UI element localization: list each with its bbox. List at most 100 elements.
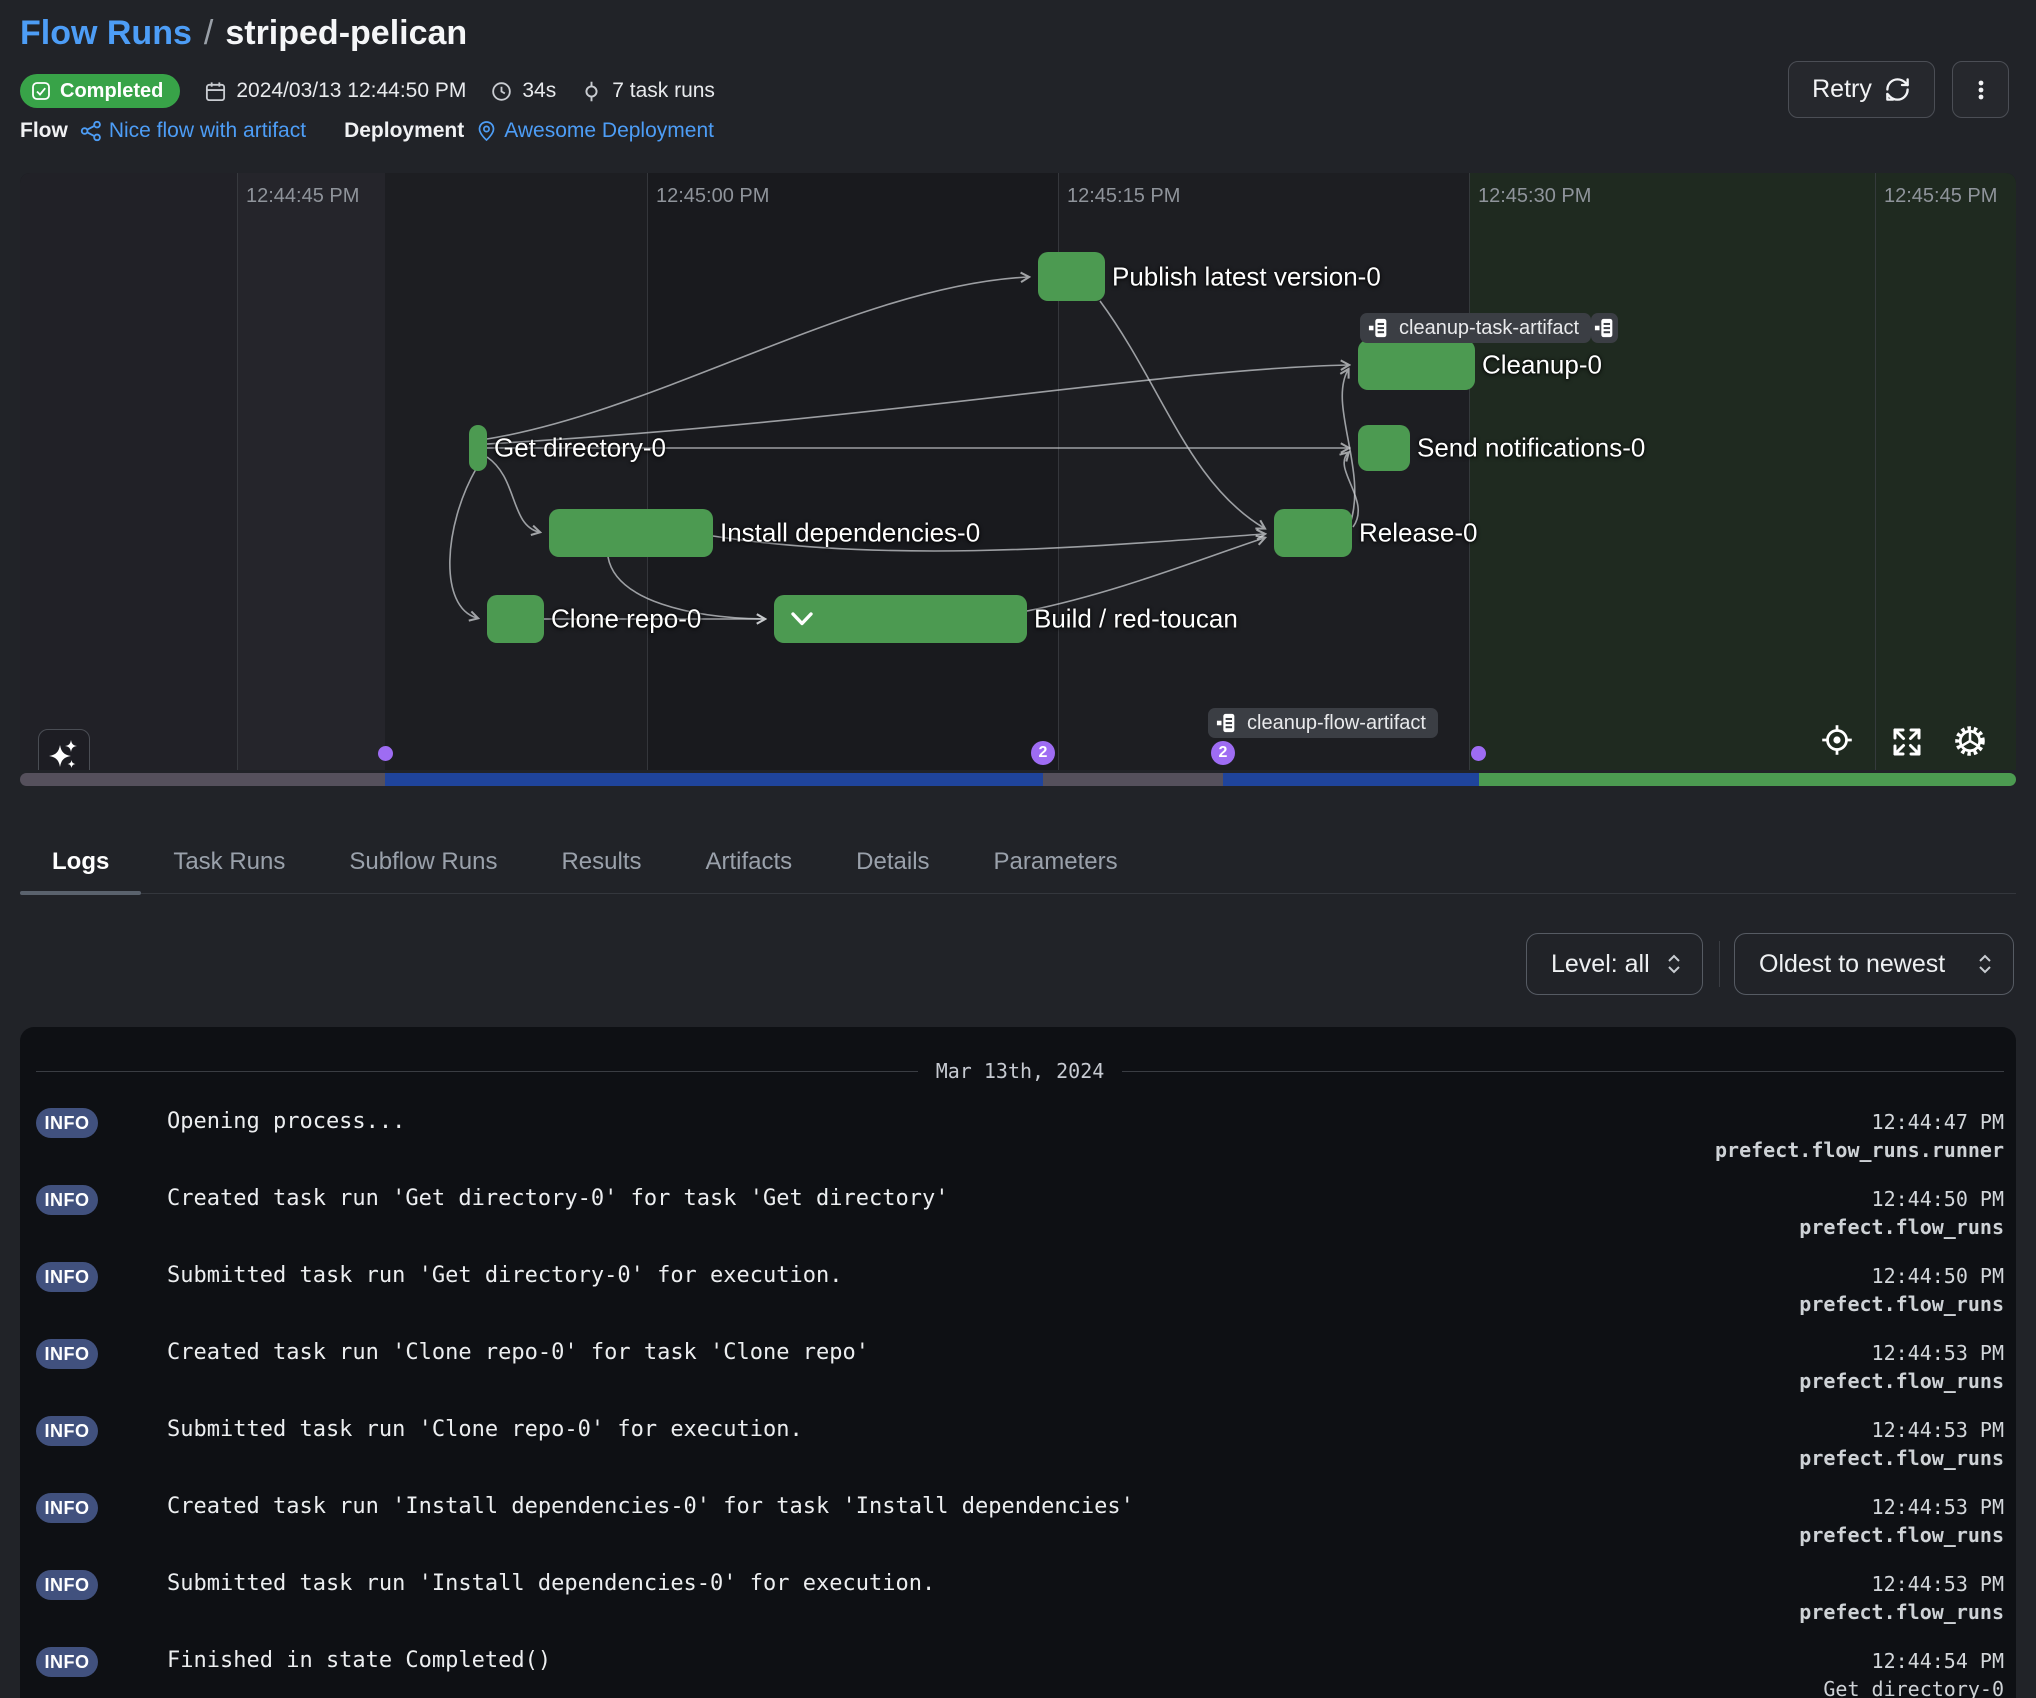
map-pin-icon xyxy=(476,120,497,142)
run-duration-text: 34s xyxy=(522,79,556,103)
artifact-icon xyxy=(1216,711,1238,735)
task-run-count: 7 task runs xyxy=(580,79,715,103)
log-level-badge: INFO xyxy=(36,1647,98,1677)
scrubber-segment xyxy=(1223,773,1479,786)
task-node-publish[interactable] xyxy=(1038,252,1105,301)
timeline-scrubber[interactable] xyxy=(20,773,2016,786)
log-level-badge: INFO xyxy=(36,1262,98,1292)
deployment-name: Awesome Deployment xyxy=(504,119,714,143)
status-badge: Completed xyxy=(20,74,180,108)
log-sort-select[interactable]: Oldest to newest xyxy=(1734,933,2014,995)
recenter-button[interactable] xyxy=(1815,718,1859,762)
refresh-icon xyxy=(1884,76,1911,103)
log-source: prefect.flow_runs xyxy=(1799,1214,2004,1240)
log-level-badge: INFO xyxy=(36,1570,98,1600)
log-message: Finished in state Completed() xyxy=(167,1646,1799,1676)
task-node-build[interactable] xyxy=(774,595,1027,643)
settings-gear-button[interactable] xyxy=(1948,719,1992,763)
log-row: INFO Submitted task run 'Get directory-0'… xyxy=(36,1253,2004,1330)
tab-logs[interactable]: Logs xyxy=(20,830,141,893)
log-source: prefect.flow_runs.runner xyxy=(1715,1137,2004,1163)
scrubber-segment xyxy=(20,773,385,786)
log-date-divider: Mar 13th, 2024 xyxy=(36,1057,2004,1085)
log-timestamp: 12:44:53 PM xyxy=(1872,1415,2004,1445)
task-node-label: Get directory-0 xyxy=(494,433,666,464)
scrubber-segment xyxy=(385,773,1043,786)
task-node-release[interactable] xyxy=(1274,509,1352,557)
event-marker[interactable] xyxy=(1471,746,1486,761)
chevron-up-down-icon xyxy=(1977,953,1993,975)
log-message: Created task run 'Install dependencies-0… xyxy=(167,1492,1799,1522)
artifact-badge[interactable]: cleanup-flow-artifact xyxy=(1208,708,1438,738)
event-marker[interactable]: 2 xyxy=(1211,741,1235,765)
deployment-link[interactable]: Awesome Deployment xyxy=(476,119,714,143)
task-node-send-notifications[interactable] xyxy=(1358,425,1410,471)
tab-subflow-runs[interactable]: Subflow Runs xyxy=(317,830,529,893)
task-node-cleanup[interactable] xyxy=(1358,340,1475,390)
log-meta: 12:44:50 PMprefect.flow_runs xyxy=(1799,1184,2004,1240)
task-node-label: Send notifications-0 xyxy=(1417,433,1645,464)
tab-results[interactable]: Results xyxy=(529,830,673,893)
log-source: prefect.flow_runs xyxy=(1799,1522,2004,1548)
log-row: INFOCreated task run 'Clone repo-0' for … xyxy=(36,1330,2004,1407)
log-meta: 12:44:54 PMGet directory-0prefect.task_r… xyxy=(1799,1646,2004,1698)
fullscreen-button[interactable] xyxy=(1885,720,1929,764)
log-timestamp: 12:44:50 PM xyxy=(1872,1261,2004,1291)
kebab-menu-icon xyxy=(1968,77,1994,103)
chevron-up-down-icon xyxy=(1666,953,1682,975)
log-level-badge: INFO xyxy=(36,1108,98,1138)
task-node-get-directory[interactable] xyxy=(469,425,487,471)
task-node-clone-repo[interactable] xyxy=(487,595,544,643)
log-meta: 12:44:53 PMprefect.flow_runs xyxy=(1799,1492,2004,1548)
completed-check-icon xyxy=(31,81,51,101)
timeline-graph[interactable]: 12:44:45 PM12:45:00 PM12:45:15 PM12:45:3… xyxy=(20,173,2016,770)
flow-link[interactable]: Nice flow with artifact xyxy=(80,119,306,143)
tab-parameters[interactable]: Parameters xyxy=(962,830,1150,893)
artifact-badge-label: cleanup-task-artifact xyxy=(1399,317,1579,340)
log-source: prefect.flow_runs xyxy=(1799,1599,2004,1625)
edge-get-directory-install-dependencies xyxy=(487,457,539,532)
log-source: prefect.flow_runs xyxy=(1799,1291,2004,1317)
task-dependency-edges xyxy=(20,173,2016,770)
log-timestamp: 12:44:50 PM xyxy=(1872,1184,2004,1214)
event-marker[interactable]: 2 xyxy=(1031,741,1055,765)
log-row: INFOSubmitted task run 'Install dependen… xyxy=(36,1561,2004,1638)
run-start-time: 2024/03/13 12:44:50 PM xyxy=(204,79,466,103)
artifact-badge-label: cleanup-flow-artifact xyxy=(1247,712,1426,735)
log-level-badge: INFO xyxy=(36,1493,98,1523)
tab-task-runs[interactable]: Task Runs xyxy=(141,830,317,893)
edge-build-release xyxy=(1027,538,1264,611)
retry-button[interactable]: Retry xyxy=(1788,61,1935,118)
tab-artifacts[interactable]: Artifacts xyxy=(673,830,824,893)
task-run-count-text: 7 task runs xyxy=(612,79,715,103)
log-meta: 12:44:53 PMprefect.flow_runs xyxy=(1799,1569,2004,1625)
edge-release-cleanup xyxy=(1342,370,1355,524)
tab-details[interactable]: Details xyxy=(824,830,961,893)
log-message: Submitted task run 'Get directory-0' for… xyxy=(167,1261,1799,1291)
sparkles-button[interactable] xyxy=(38,729,90,770)
task-runs-icon xyxy=(580,80,603,103)
task-node-label: Build / red-toucan xyxy=(1034,604,1238,635)
task-node-label: Publish latest version-0 xyxy=(1112,261,1381,292)
log-timestamp: 12:44:54 PM xyxy=(1872,1646,2004,1676)
log-timestamp: 12:44:47 PM xyxy=(1872,1107,2004,1137)
log-level-badge: INFO xyxy=(36,1416,98,1446)
breadcrumb-flow-runs-link[interactable]: Flow Runs xyxy=(20,14,192,53)
log-level-select-value: Level: all xyxy=(1551,950,1650,979)
scrubber-segment xyxy=(1043,773,1223,786)
artifact-badge[interactable]: cleanup-task-artifact xyxy=(1360,313,1591,343)
event-marker[interactable] xyxy=(378,746,393,761)
task-node-install-dependencies[interactable] xyxy=(549,509,713,557)
log-level-select[interactable]: Level: all xyxy=(1526,933,1703,995)
log-row: INFOCreated task run 'Get directory-0' f… xyxy=(36,1176,2004,1253)
run-datetime-text: 2024/03/13 12:44:50 PM xyxy=(236,79,466,103)
artifact-icon xyxy=(1368,316,1390,340)
log-meta: 12:44:50 PMprefect.flow_runs xyxy=(1799,1261,2004,1317)
artifact-badge[interactable] xyxy=(1591,313,1618,343)
deployment-label: Deployment xyxy=(344,119,464,143)
more-actions-button[interactable] xyxy=(1952,61,2009,118)
log-row: INFOOpening process...12:44:47 PMprefect… xyxy=(36,1099,2004,1176)
edge-get-directory-clone-repo xyxy=(450,469,477,618)
log-meta: 12:44:47 PMprefect.flow_runs.runner xyxy=(1715,1107,2004,1163)
log-message: Created task run 'Clone repo-0' for task… xyxy=(167,1338,1799,1368)
